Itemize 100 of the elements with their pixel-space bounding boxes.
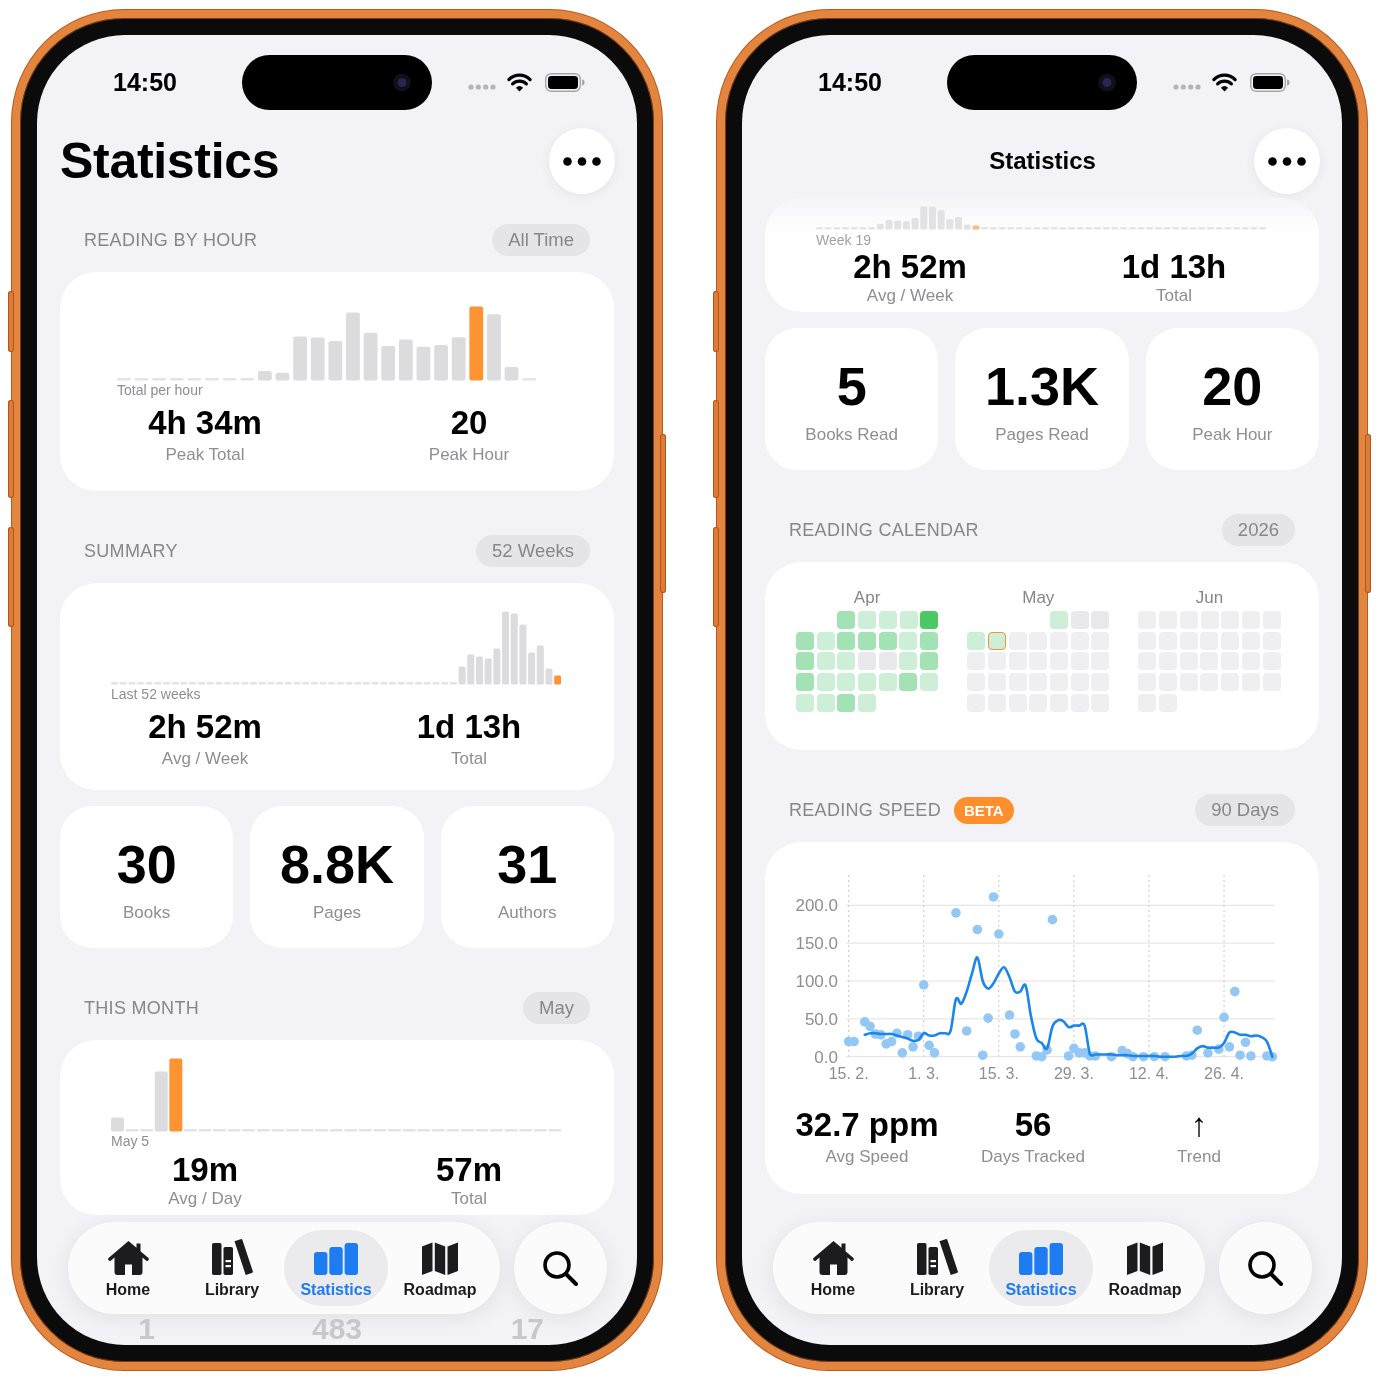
x-axis-label: 26. 4.: [1204, 1065, 1245, 1082]
stat-value: 30: [116, 833, 177, 895]
tab[interactable]: Roadmap: [388, 1230, 492, 1306]
tab[interactable]: Statistics: [284, 1230, 388, 1306]
hour-bar: [381, 346, 396, 381]
data-point: [977, 1050, 988, 1060]
data-point: [913, 1031, 924, 1042]
metric-value: 56: [1014, 1107, 1052, 1143]
search-icon: [1248, 1250, 1283, 1286]
data-point: [983, 1013, 993, 1023]
period-selector[interactable]: All Time: [492, 224, 590, 256]
hour-bar: [257, 370, 272, 381]
hour-bar: [451, 337, 466, 381]
stat-value: 20: [1202, 355, 1263, 417]
metric-value: 4h 34m: [148, 405, 262, 441]
hour-bar: [310, 337, 325, 381]
metric-value: 32.7 ppm: [795, 1107, 939, 1143]
data-point: [1047, 914, 1058, 925]
metric-label: Peak Total: [165, 445, 245, 465]
metric-label: Avg / Week: [866, 286, 954, 306]
wifi-icon: [1212, 72, 1237, 92]
map-icon: [422, 1241, 458, 1275]
data-point: [1203, 1048, 1213, 1058]
stat-label: Authors: [498, 903, 557, 923]
battery-icon: [545, 72, 585, 92]
chart-caption: Last 52 weeks: [111, 686, 201, 702]
data-point: [1138, 1051, 1149, 1062]
metric-label: Days Tracked: [981, 1147, 1085, 1167]
map-icon: [1127, 1241, 1163, 1275]
data-point: [1240, 1037, 1251, 1048]
signal-icon: [1173, 84, 1201, 90]
x-axis-label: 29. 3.: [1053, 1065, 1094, 1082]
data-point: [1015, 1042, 1026, 1052]
data-point: [924, 1040, 934, 1051]
status-time: 14:50: [113, 67, 177, 97]
hour-bar: [293, 336, 307, 381]
period-selector[interactable]: 2026: [1221, 514, 1295, 546]
search-icon: [543, 1250, 578, 1286]
y-axis-label: 0.0: [814, 1047, 838, 1067]
data-point: [994, 929, 1004, 939]
signal-icon: [468, 84, 496, 90]
data-point: [865, 1021, 875, 1032]
books-icon: [916, 1237, 958, 1275]
data-point: [876, 1029, 886, 1040]
data-point: [1235, 1050, 1245, 1060]
tab[interactable]: Roadmap: [1093, 1230, 1197, 1306]
x-axis-label: 15. 2.: [828, 1065, 869, 1082]
data-point: [886, 1036, 897, 1047]
tab[interactable]: Library: [885, 1230, 989, 1306]
y-axis-label: 100.0: [795, 972, 838, 991]
section-title: READING BY HOUR: [84, 229, 258, 251]
hour-bar: [328, 341, 343, 381]
section-title: SUMMARY: [84, 540, 178, 562]
data-point: [972, 924, 983, 935]
tab[interactable]: Statistics: [989, 1230, 1093, 1306]
data-point: [849, 1036, 859, 1047]
x-axis-label: 1. 3.: [908, 1065, 940, 1082]
beta-badge: BETA: [953, 796, 1014, 824]
month-label: Apr: [853, 588, 881, 608]
nav-title: Statistics: [989, 146, 1096, 176]
data-point: [1004, 1010, 1015, 1020]
data-point: [892, 1028, 902, 1039]
metric-value: 20: [450, 405, 488, 441]
ellipsis-icon: [1268, 156, 1306, 166]
period-selector[interactable]: 90 Days: [1195, 794, 1295, 826]
data-point: [1128, 1051, 1138, 1062]
y-axis-label: 150.0: [795, 934, 838, 954]
page-title: Statistics: [60, 132, 280, 190]
data-point: [1042, 1045, 1052, 1055]
data-point: [1219, 1012, 1229, 1023]
data-point: [1187, 1050, 1197, 1060]
period-selector[interactable]: 52 Weeks: [476, 535, 590, 567]
chart-caption: Week 19: [816, 232, 871, 248]
bar-chart-icon: [314, 1242, 358, 1275]
tab[interactable]: Home: [76, 1230, 180, 1306]
data-point: [1230, 986, 1240, 997]
data-point: [1063, 1051, 1074, 1061]
month-label: May: [1022, 588, 1055, 608]
x-axis-label: 12. 4.: [1128, 1065, 1169, 1082]
metric-label: Avg / Day: [168, 1189, 242, 1209]
ellipsis-icon: [563, 156, 601, 166]
hour-bar: [363, 332, 378, 381]
metric-label: Avg / Week: [161, 749, 249, 769]
stat-label: Peak Hour: [1192, 425, 1273, 445]
stat-label: Books Read: [805, 425, 898, 445]
tab[interactable]: Library: [180, 1230, 284, 1306]
house-icon: [812, 1239, 854, 1275]
data-point: [1036, 1051, 1047, 1062]
data-point: [1149, 1051, 1160, 1062]
bar-chart-icon: [1019, 1242, 1063, 1275]
tab[interactable]: Home: [781, 1230, 885, 1306]
metric-value: ↑: [1190, 1107, 1208, 1143]
data-point: [961, 1026, 972, 1036]
section-title: THIS MONTH: [84, 997, 199, 1019]
period-selector[interactable]: May: [523, 992, 590, 1024]
stat-label: Books: [123, 903, 171, 923]
stat-value: 1.3K: [984, 355, 1100, 417]
metric-value: 1d 13h: [1121, 250, 1227, 284]
hour-bar: [434, 344, 448, 381]
hour-bar: [275, 372, 290, 381]
